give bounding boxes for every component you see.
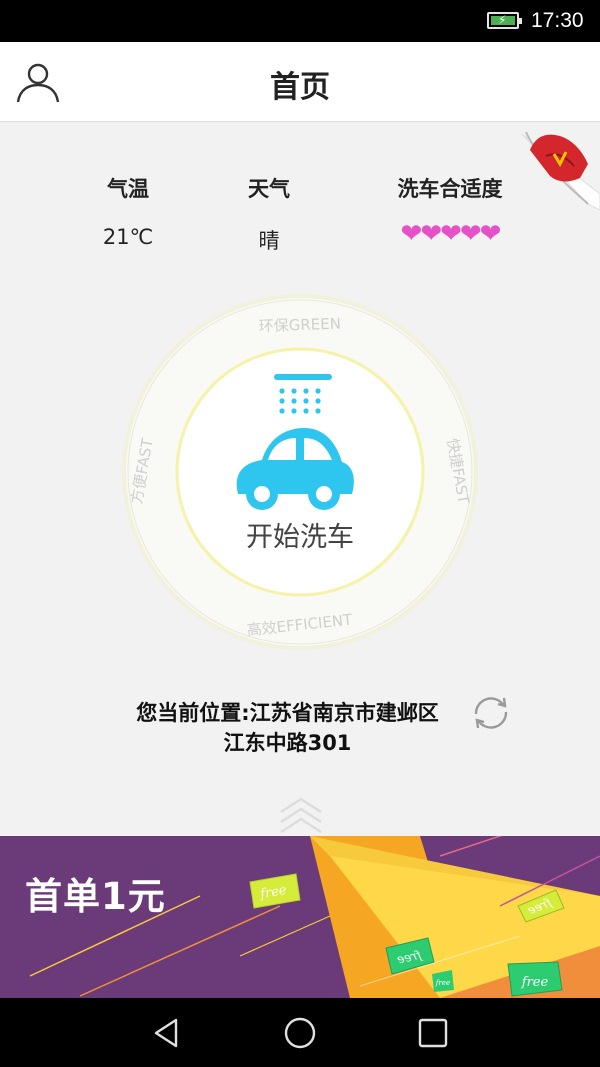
free-tag-5: free [432,970,454,992]
free-tag-1: free [249,873,301,909]
location-line-1: 您当前位置:江苏省南京市建邺区 [136,701,439,725]
refresh-icon[interactable] [468,690,514,736]
wash-dial: 环保GREEN 高效EFFICIENT 方便FAST 快捷FAST [122,294,478,650]
home-icon[interactable] [283,1016,317,1050]
free-tag-4: free [507,961,563,997]
svg-text:free: free [435,979,450,987]
promo-banner[interactable]: 首单1元 free free free free free [0,836,600,998]
navigation-bar [0,998,600,1067]
back-icon[interactable] [150,1016,184,1050]
ring-label-top: 环保GREEN [258,315,341,336]
svg-text:free: free [521,975,549,990]
free-tag-3: free [385,937,435,975]
recents-icon[interactable] [416,1016,450,1050]
chevron-up-icon[interactable] [278,796,324,836]
free-tag-2: free [517,889,565,923]
current-location: 您当前位置:江苏省南京市建邺区 江东中路301 [110,698,465,758]
location-line-2: 江东中路301 [223,731,352,755]
promo-title: 首单1元 [25,875,166,918]
start-wash-button[interactable]: 开始洗车 [200,515,400,554]
